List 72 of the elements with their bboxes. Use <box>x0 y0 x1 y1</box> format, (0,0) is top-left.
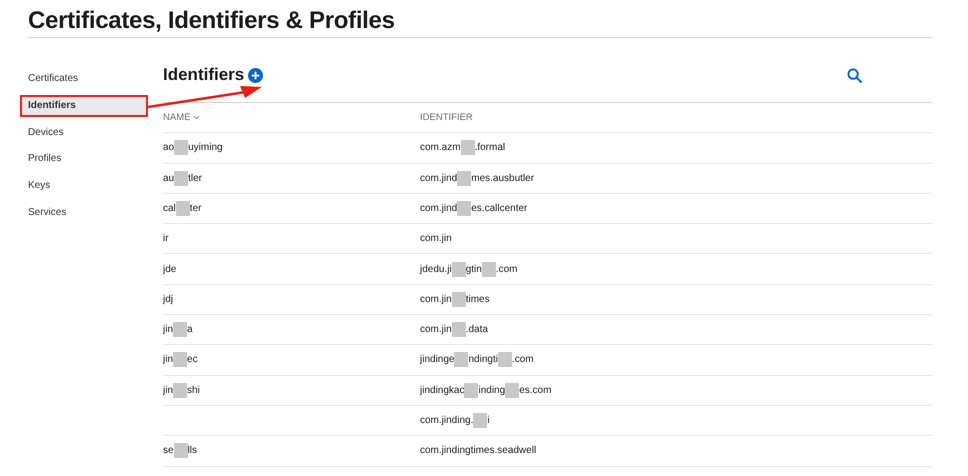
redaction-block <box>482 262 496 277</box>
redaction-block <box>457 170 472 186</box>
redaction-block <box>174 443 188 458</box>
identifier-cell-text: com.jinding. <box>420 415 474 426</box>
name-cell-text: cal <box>163 203 176 214</box>
identifier-cell-text: .com <box>496 264 518 275</box>
redaction-block <box>464 382 478 398</box>
identifier-cell-text: .data <box>466 324 488 336</box>
identifier-cell-text: .formal <box>474 142 506 154</box>
name-cell-text: lls <box>188 445 198 456</box>
redaction-block <box>473 413 488 428</box>
name-cell-text: tler <box>188 172 202 184</box>
redaction-block <box>173 382 188 398</box>
name-cell-text: ir <box>163 233 169 244</box>
page-title: Certificates, Identifiers & Profiles <box>28 8 932 38</box>
redaction-block <box>460 140 475 156</box>
redaction-block <box>173 352 188 368</box>
identifier-cell-text: com.jin <box>420 233 452 244</box>
name-cell-text: a <box>187 324 193 336</box>
identifier-cell-text: jindinge <box>420 354 454 366</box>
name-cell-text: ec <box>187 354 198 366</box>
redaction-block <box>457 200 472 216</box>
sidebar-item[interactable]: Certificates <box>20 68 148 90</box>
name-cell-text: jin <box>163 354 174 366</box>
sidebar-item[interactable]: Identifiers <box>20 94 148 117</box>
sidebar-item[interactable]: Profiles <box>20 148 148 170</box>
redaction-block <box>452 322 466 338</box>
page-heading: Identifiers <box>163 66 244 84</box>
identifier-cell-text: com.jind <box>420 172 458 184</box>
name-cell-text: shi <box>187 384 200 396</box>
name-cell-text: ao <box>163 142 174 154</box>
identifier-cell-text: gtin <box>466 264 482 275</box>
name-cell-text: jin <box>163 384 174 396</box>
name-cell-text: uyiming <box>188 142 223 154</box>
sidebar-item[interactable]: Devices <box>20 122 148 144</box>
redaction-block <box>174 140 188 156</box>
identifier-cell-text: com.jind <box>420 203 458 214</box>
name-cell-text: se <box>163 445 174 456</box>
sidebar-item[interactable]: Services <box>20 202 148 224</box>
redaction-block <box>176 200 190 216</box>
redaction-block <box>452 292 466 307</box>
identifier-cell-text: .com <box>512 354 534 366</box>
identifier-cell-text: jdedu.ji <box>420 264 452 275</box>
add-icon[interactable] <box>248 68 264 82</box>
redaction-block <box>452 262 466 277</box>
identifier-cell-text: times <box>466 294 490 305</box>
name-cell-text: jdj <box>163 294 174 305</box>
identifier-cell-text: mes.ausbutler <box>471 172 534 184</box>
redaction-block <box>454 352 468 368</box>
redaction-block <box>498 352 512 368</box>
search-icon[interactable] <box>847 68 862 82</box>
identifier-cell-text: es.callcenter <box>471 203 528 214</box>
identifier-cell-text: jindingkac <box>420 384 464 396</box>
redaction-block <box>505 382 520 398</box>
identifier-cell-text: com.azm <box>420 142 461 154</box>
name-cell-text: jde <box>163 264 176 275</box>
name-cell-text: au <box>163 172 174 184</box>
column-header[interactable]: IDENTIFIER <box>420 112 473 124</box>
sort-caret-icon[interactable] <box>193 114 200 120</box>
identifier-cell-text: inding <box>478 384 506 396</box>
identifier-cell-text: com.jin <box>420 324 452 336</box>
column-header[interactable]: NAME <box>163 112 190 124</box>
redaction-block <box>174 170 188 186</box>
identifier-cell-text: com.jin <box>420 294 452 305</box>
redaction-block <box>173 322 188 338</box>
identifier-cell-text: i <box>487 415 490 426</box>
sidebar-item[interactable]: Keys <box>20 175 148 198</box>
name-cell-text: jin <box>163 324 174 336</box>
identifier-cell-text: es.com <box>519 384 552 396</box>
identifier-cell-text: ndingti <box>468 354 498 366</box>
identifier-cell-text: com.jindingtimes.seadwell <box>420 445 536 456</box>
name-cell-text: ter <box>190 203 202 214</box>
